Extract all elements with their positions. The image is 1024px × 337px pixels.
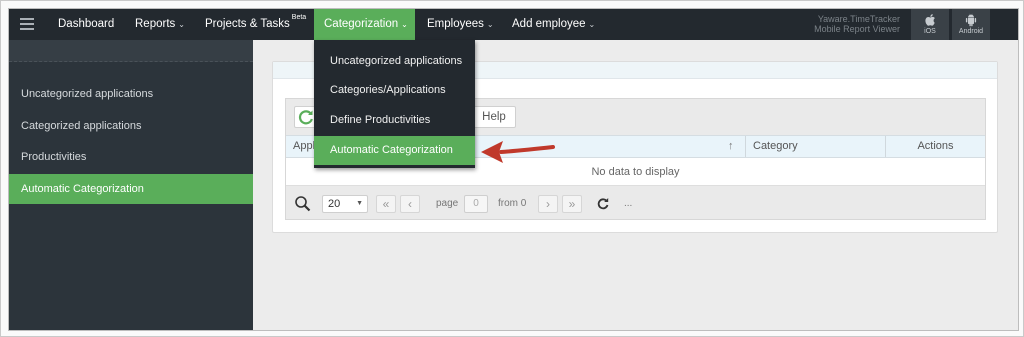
ios-app-button[interactable]: iOS <box>911 9 949 40</box>
next-page-button[interactable]: › <box>538 195 558 213</box>
annotation-arrow-icon <box>481 141 555 163</box>
nav-employees-label: Employees <box>427 18 484 30</box>
beta-badge: Beta <box>291 14 307 21</box>
brand-line-1: Yaware.TimeTracker <box>817 14 900 24</box>
nav-dashboard[interactable]: Dashboard <box>58 9 114 40</box>
categorization-dropdown: Uncategorized applications Categories/Ap… <box>314 40 475 168</box>
sidebar-item-productivities[interactable]: Productivities <box>9 142 253 172</box>
sidebar-header <box>9 40 253 62</box>
column-header-actions: Actions <box>885 136 985 157</box>
sidebar-item-uncategorized[interactable]: Uncategorized applications <box>9 79 253 109</box>
ellipsis: ... <box>624 198 633 209</box>
double-chevron-right-icon: » <box>568 197 576 211</box>
nav-employees[interactable]: Employees ⌄ <box>427 9 494 40</box>
android-app-button[interactable]: Android <box>952 9 990 40</box>
apple-icon <box>925 14 935 26</box>
from-label: from 0 <box>498 198 527 209</box>
column-header-category[interactable]: Category <box>745 136 885 157</box>
prev-page-button[interactable]: ‹ <box>400 195 420 213</box>
brand-line-2: Mobile Report Viewer <box>814 24 900 34</box>
ios-label: iOS <box>924 28 936 35</box>
hamburger-menu-icon[interactable] <box>20 18 34 31</box>
nav-categorization-label: Categorization <box>324 18 399 30</box>
sidebar-item-label: Automatic Categorization <box>21 183 144 195</box>
page-number-input[interactable]: 0 <box>464 195 488 213</box>
nav-reports-label: Reports <box>135 18 176 30</box>
pager: 20 ▼ « ‹ page 0 from 0 › » ... <box>286 187 985 219</box>
menu-item-automatic-categorization[interactable]: Automatic Categorization <box>314 136 475 165</box>
help-button[interactable]: Help <box>472 106 516 128</box>
app-window: Dashboard Reports ⌄ Projects & TasksBeta … <box>9 9 1018 330</box>
last-page-button[interactable]: » <box>562 195 582 213</box>
double-chevron-left-icon: « <box>382 197 390 211</box>
first-page-button[interactable]: « <box>376 195 396 213</box>
menu-item-categories-applications[interactable]: Categories/Applications <box>314 76 475 105</box>
chevron-down-icon: ⌄ <box>486 20 494 29</box>
menu-item-define-productivities[interactable]: Define Productivities <box>314 106 475 135</box>
chevron-down-icon: ⌄ <box>588 20 596 29</box>
search-button[interactable] <box>292 195 314 213</box>
android-label: Android <box>958 28 984 35</box>
nav-add-employee[interactable]: Add employee ⌄ <box>512 9 595 40</box>
nav-projects-label: Projects & Tasks <box>205 18 290 30</box>
nav-categorization[interactable]: Categorization ⌄ <box>314 9 415 40</box>
nav-reports[interactable]: Reports ⌄ <box>135 9 185 40</box>
chevron-right-icon: › <box>546 197 550 211</box>
menu-item-label: Automatic Categorization <box>330 144 453 156</box>
chevron-down-icon: ⌄ <box>401 20 408 29</box>
sidebar-item-label: Productivities <box>21 151 87 163</box>
page-size-value: 20 <box>328 198 341 210</box>
reload-icon <box>597 198 609 210</box>
sidebar-item-categorized[interactable]: Categorized applications <box>9 111 253 141</box>
sort-up-arrow-icon[interactable]: ↑ <box>728 140 734 152</box>
sidebar-item-automatic-categorization[interactable]: Automatic Categorization <box>9 174 253 204</box>
chevron-down-icon: ⌄ <box>178 20 185 29</box>
screenshot-frame: Dashboard Reports ⌄ Projects & TasksBeta … <box>0 0 1024 337</box>
sidebar-item-label: Categorized applications <box>21 120 142 132</box>
chevron-left-icon: ‹ <box>408 197 412 211</box>
page-label: page <box>436 198 459 209</box>
nav-dashboard-label: Dashboard <box>58 18 115 30</box>
caret-down-icon: ▼ <box>356 200 363 207</box>
android-icon <box>965 13 977 27</box>
sidebar: Uncategorized applications Categorized a… <box>9 40 253 330</box>
reload-button[interactable] <box>593 195 613 213</box>
brand-text: Yaware.TimeTracker Mobile Report Viewer <box>814 14 900 34</box>
nav-projects-tasks[interactable]: Projects & TasksBeta <box>205 9 306 40</box>
menu-item-label: Categories/Applications <box>330 84 446 96</box>
sidebar-item-label: Uncategorized applications <box>21 88 154 100</box>
top-navbar: Dashboard Reports ⌄ Projects & TasksBeta … <box>9 9 1018 40</box>
search-icon <box>295 196 311 212</box>
menu-item-label: Uncategorized applications <box>330 55 463 67</box>
nav-add-employee-label: Add employee <box>512 18 586 30</box>
menu-item-label: Define Productivities <box>330 114 431 126</box>
page-size-select[interactable]: 20 ▼ <box>322 195 368 213</box>
menu-item-uncategorized[interactable]: Uncategorized applications <box>314 47 475 76</box>
